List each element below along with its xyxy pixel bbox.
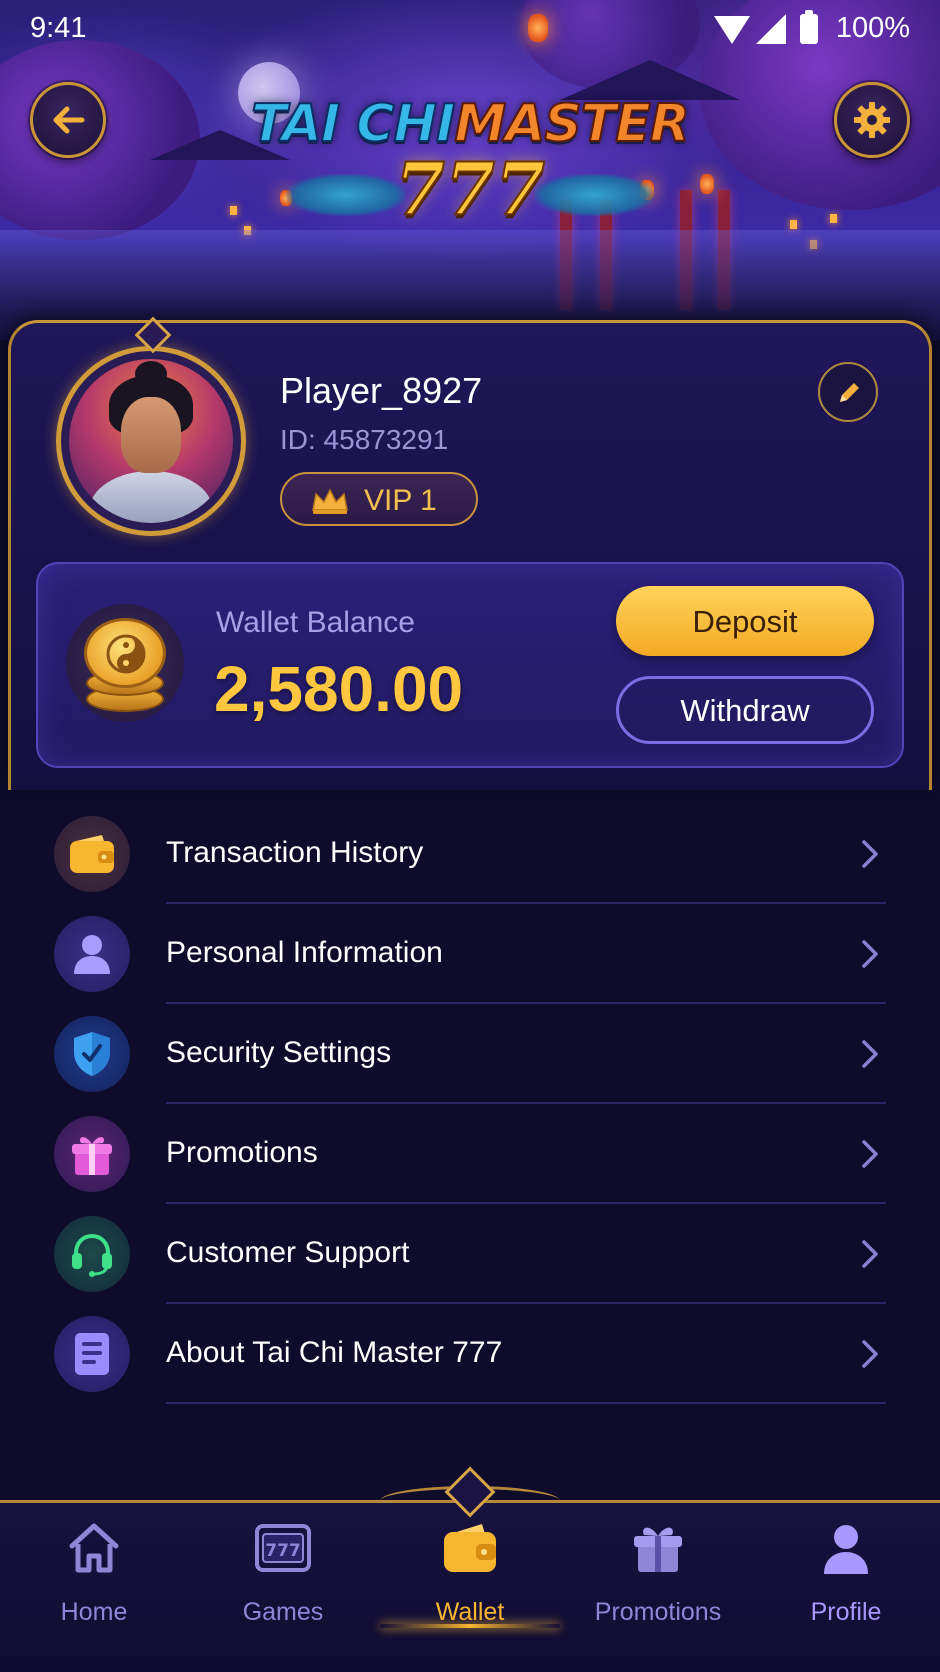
headset-icon bbox=[54, 1216, 130, 1292]
nav-wallet[interactable]: Wallet bbox=[380, 1520, 560, 1650]
window-light-decoration bbox=[830, 214, 837, 223]
back-button[interactable] bbox=[30, 82, 106, 158]
player-name: Player_8927 bbox=[280, 370, 483, 411]
window-light-decoration bbox=[230, 206, 237, 215]
battery-percentage: 100% bbox=[835, 12, 910, 44]
avatar-face bbox=[121, 397, 181, 473]
menu-item-personal-information[interactable]: Personal Information bbox=[0, 904, 940, 1004]
wallet-icon-graphic bbox=[70, 835, 114, 873]
back-arrow-icon bbox=[53, 106, 85, 134]
cloud-decoration bbox=[534, 174, 654, 216]
headset-icon-graphic bbox=[72, 1233, 112, 1277]
document-icon bbox=[54, 1316, 130, 1392]
deposit-button[interactable]: Deposit bbox=[616, 586, 874, 656]
menu-item-security-settings[interactable]: Security Settings bbox=[0, 1004, 940, 1104]
logo-text-master: MASTER bbox=[453, 94, 690, 154]
menu-item-label: Customer Support bbox=[166, 1236, 410, 1269]
player-id: ID: 45873291 bbox=[280, 424, 449, 455]
active-tab-indicator bbox=[380, 1624, 560, 1628]
yin-yang-icon bbox=[106, 634, 146, 674]
crown-icon bbox=[312, 488, 348, 514]
chevron-right-icon bbox=[862, 1340, 878, 1368]
nav-label: Promotions bbox=[594, 1598, 722, 1626]
document-icon-graphic bbox=[75, 1333, 109, 1375]
gear-icon bbox=[854, 102, 890, 138]
chevron-right-icon bbox=[862, 1040, 878, 1068]
divider bbox=[166, 1402, 886, 1404]
logo-text-taichi: TAI CHI bbox=[250, 94, 456, 154]
menu-item-label: Transaction History bbox=[166, 836, 424, 869]
pencil-icon bbox=[840, 383, 859, 402]
window-light-decoration bbox=[790, 220, 797, 229]
menu-item-customer-support[interactable]: Customer Support bbox=[0, 1204, 940, 1304]
yin-yang-coin-icon bbox=[84, 618, 166, 688]
wallet-icon bbox=[444, 1524, 496, 1572]
logo-title: TAI CHIMASTER bbox=[250, 94, 691, 154]
game-logo: TAI CHIMASTER 777 bbox=[250, 94, 691, 236]
chevron-right-icon bbox=[862, 840, 878, 868]
avatar-image bbox=[69, 359, 233, 523]
nav-games[interactable]: 777 Games bbox=[193, 1520, 373, 1650]
settings-button[interactable] bbox=[834, 82, 910, 158]
wallet-icon bbox=[54, 816, 130, 892]
nav-profile[interactable]: Profile bbox=[756, 1520, 936, 1650]
profile-icon bbox=[824, 1525, 868, 1574]
slot-777-icon: 777 bbox=[255, 1524, 311, 1572]
vip-badge: VIP 1 bbox=[280, 472, 478, 526]
vip-level: VIP 1 bbox=[364, 484, 437, 517]
chevron-right-icon bbox=[862, 1140, 878, 1168]
wallet-balance-label: Wallet Balance bbox=[216, 606, 415, 639]
nav-label: Profile bbox=[810, 1598, 882, 1626]
menu-item-transaction-history[interactable]: Transaction History bbox=[0, 804, 940, 904]
nav-label: Wallet bbox=[435, 1598, 505, 1626]
edit-profile-button[interactable] bbox=[818, 362, 878, 422]
gift-icon bbox=[634, 1527, 682, 1572]
svg-text:777: 777 bbox=[265, 1541, 301, 1561]
nav-label: Games bbox=[242, 1598, 324, 1626]
wallet-balance-value: 2,580.00 bbox=[214, 653, 464, 725]
menu-item-label: About Tai Chi Master 777 bbox=[166, 1336, 503, 1369]
person-icon-graphic bbox=[74, 935, 110, 974]
wifi-icon bbox=[714, 16, 750, 44]
avatar[interactable] bbox=[56, 346, 246, 536]
chevron-right-icon bbox=[862, 1240, 878, 1268]
menu-item-label: Personal Information bbox=[166, 936, 443, 969]
nav-label: Home bbox=[60, 1598, 128, 1626]
home-icon bbox=[69, 1523, 119, 1573]
avatar-hair-bun bbox=[135, 361, 167, 387]
lantern-decoration bbox=[700, 174, 714, 194]
status-bar: 9:41 100% bbox=[0, 0, 940, 60]
gift-icon bbox=[54, 1116, 130, 1192]
gift-icon-graphic bbox=[72, 1137, 112, 1175]
status-time: 9:41 bbox=[30, 12, 87, 44]
nav-promotions[interactable]: Promotions bbox=[568, 1520, 748, 1650]
menu-item-about[interactable]: About Tai Chi Master 777 bbox=[0, 1304, 940, 1404]
menu-item-label: Security Settings bbox=[166, 1036, 392, 1069]
avatar-robe bbox=[89, 471, 213, 523]
nav-home[interactable]: Home bbox=[4, 1520, 184, 1650]
menu-item-promotions[interactable]: Promotions bbox=[0, 1104, 940, 1204]
battery-icon bbox=[800, 10, 818, 44]
shield-icon-graphic bbox=[74, 1032, 110, 1076]
chevron-right-icon bbox=[862, 940, 878, 968]
cell-signal-icon bbox=[756, 14, 786, 44]
person-icon bbox=[54, 916, 130, 992]
cloud-decoration bbox=[286, 174, 406, 216]
withdraw-button[interactable]: Withdraw bbox=[616, 676, 874, 744]
menu-item-label: Promotions bbox=[166, 1136, 318, 1169]
shield-icon bbox=[54, 1016, 130, 1092]
